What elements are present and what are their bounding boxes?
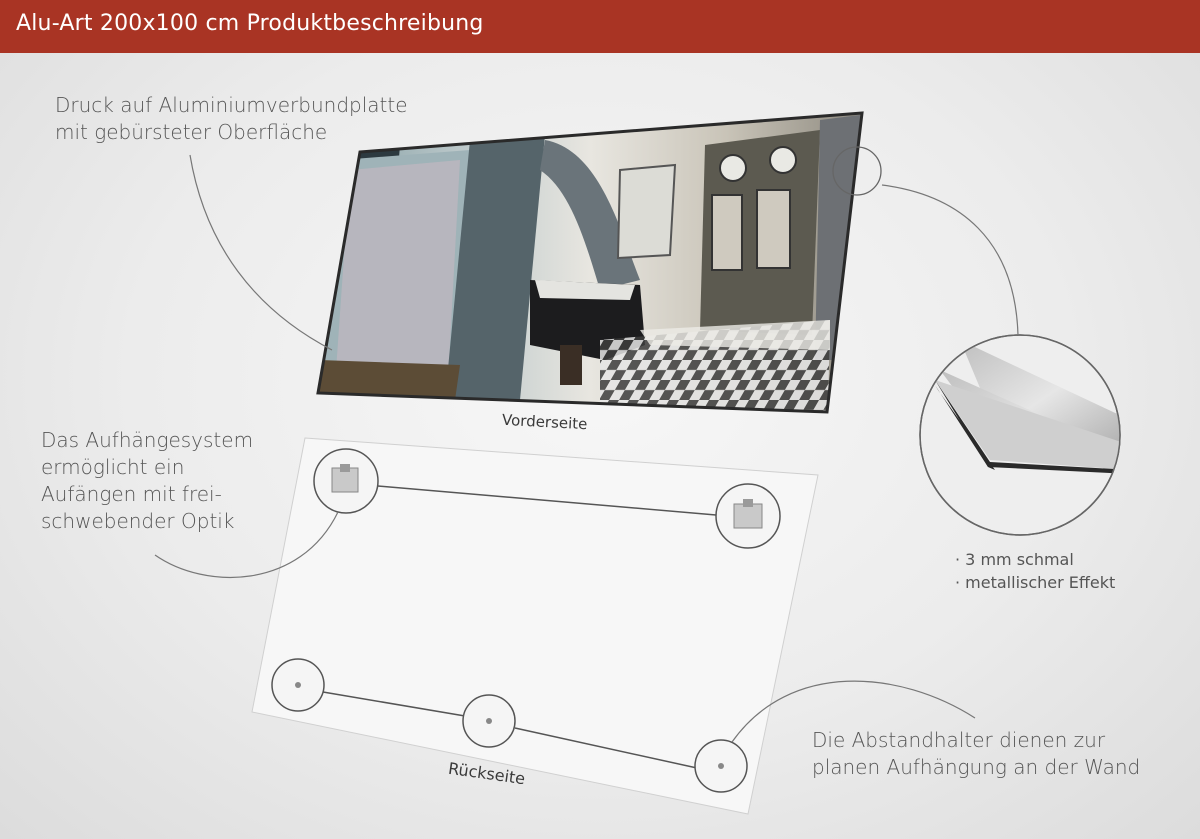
callout-hanging-line-1: Das Aufhängesystem <box>41 428 254 452</box>
callout-hanging-line-3: Aufängen mit frei- <box>41 482 222 506</box>
leader-edge <box>881 184 1019 336</box>
callout-spacers-line-1: Die Abstandhalter dienen zur <box>812 728 1106 752</box>
feature-metallic: · metallischer Effekt <box>955 573 1116 592</box>
spacer-left <box>271 658 325 712</box>
callout-spacers: Die Abstandhalter dienen zur planen Aufh… <box>812 727 1140 781</box>
callout-print-line-1: Druck auf Aluminiumverbundplatte <box>55 93 408 117</box>
feature-thin: · 3 mm schmal <box>955 550 1074 569</box>
front-panel <box>316 111 864 414</box>
callout-spacers-line-2: planen Aufhängung an der Wand <box>812 755 1141 779</box>
callout-hanging: Das Aufhängesystem ermöglicht ein Aufäng… <box>41 427 253 535</box>
hanger-top-left <box>313 448 379 514</box>
callout-hanging-line-2: ermöglicht ein <box>41 455 185 479</box>
spacer-middle <box>462 694 516 748</box>
hanger-top-right <box>715 483 781 549</box>
callout-hanging-line-4: schwebender Optik <box>41 509 235 533</box>
zoom-detail <box>919 334 1121 536</box>
leader-print <box>189 154 333 351</box>
spacer-right <box>694 739 748 793</box>
callout-print-line-2: mit gebürsteter Oberfläche <box>55 120 328 144</box>
callout-print: Druck auf Aluminiumverbundplatte mit geb… <box>55 92 408 146</box>
feature-list: · 3 mm schmal · metallischer Effekt <box>955 548 1115 594</box>
